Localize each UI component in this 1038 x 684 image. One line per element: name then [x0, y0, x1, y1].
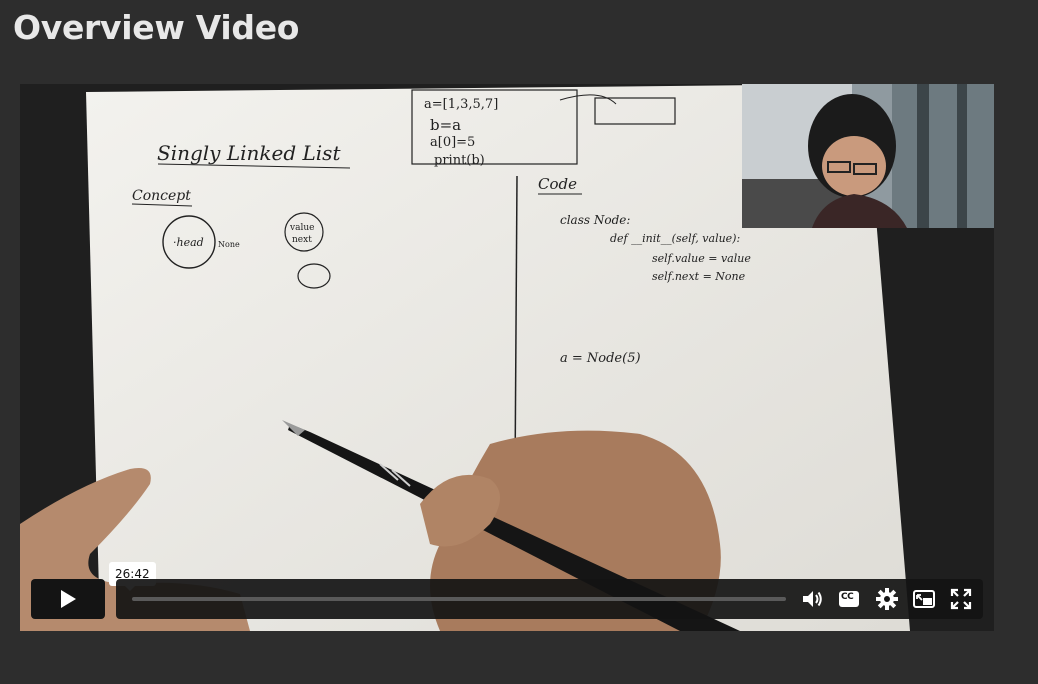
- code-label: Code: [538, 175, 577, 193]
- webcam-inset: [742, 84, 994, 228]
- closed-captions-button[interactable]: CC: [837, 587, 861, 611]
- head-label: ·head: [173, 236, 204, 249]
- section-title: Overview Video: [13, 8, 300, 47]
- settings-gear-icon[interactable]: [875, 587, 899, 611]
- node-next-label: next: [292, 235, 312, 245]
- picture-in-picture-icon[interactable]: [912, 587, 936, 611]
- box-line-2: b=a: [430, 116, 461, 134]
- control-bar: CC: [116, 579, 983, 619]
- code-line-2: def __init__(self, value):: [610, 232, 740, 245]
- play-icon: [61, 590, 76, 608]
- node-value-label: value: [289, 223, 314, 233]
- video-player[interactable]: Singly Linked List Concept ·head None va…: [20, 84, 994, 631]
- code-line-5: a = Node(5): [560, 351, 641, 366]
- box-line-3: a[0]=5: [430, 135, 475, 150]
- volume-icon[interactable]: [800, 587, 824, 611]
- code-line-1: class Node:: [560, 213, 630, 227]
- play-button[interactable]: [31, 579, 105, 619]
- whiteboard-title: Singly Linked List: [157, 141, 341, 165]
- box-line-1: a=[1,3,5,7]: [424, 97, 498, 112]
- cc-label: CC: [841, 592, 854, 602]
- box-line-4: print(b): [434, 153, 485, 168]
- concept-label: Concept: [132, 188, 191, 204]
- progress-track[interactable]: [132, 597, 786, 601]
- none-label: None: [218, 240, 240, 249]
- player-controls: CC: [31, 578, 983, 620]
- code-line-3: self.value = value: [652, 252, 751, 265]
- code-line-4: self.next = None: [652, 270, 746, 283]
- fullscreen-icon[interactable]: [949, 587, 973, 611]
